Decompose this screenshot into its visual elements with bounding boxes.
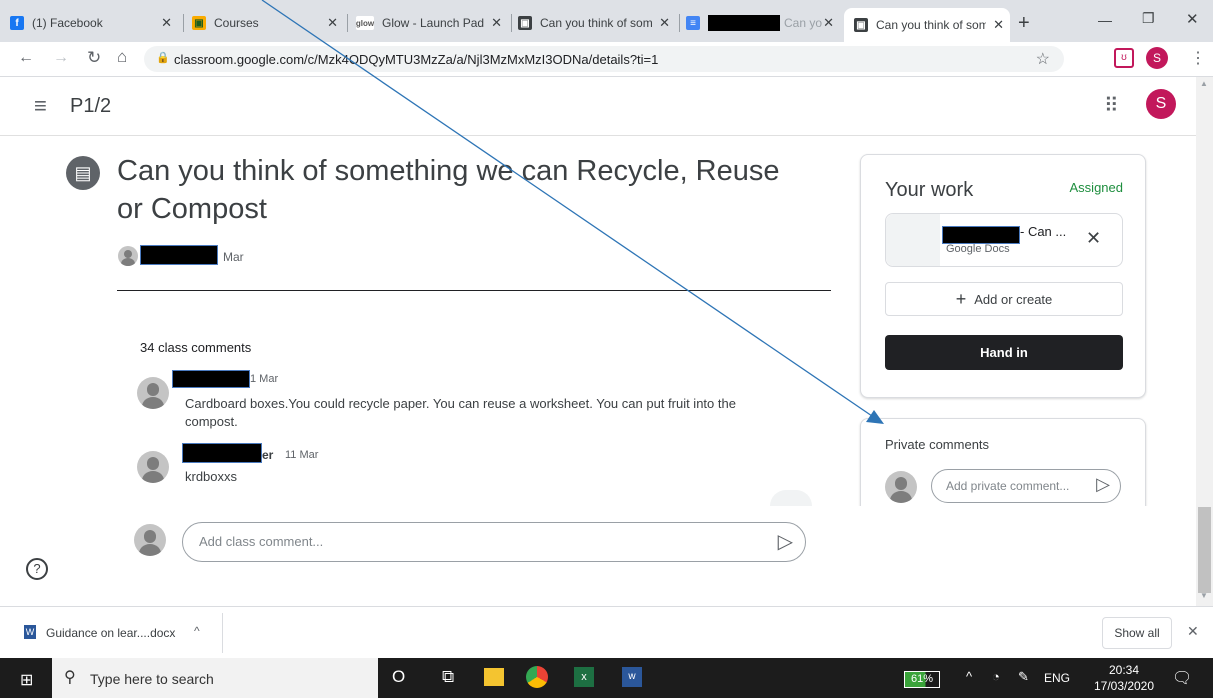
excel-icon[interactable]: x [574, 667, 594, 687]
windows-start-icon[interactable]: ⊞ [20, 670, 33, 690]
wifi-icon[interactable]: ◔ [992, 669, 1000, 684]
windows-taskbar: ⊞ ⚲ Type here to search O ⧉ x w 61% ^ ◔ … [0, 658, 1213, 698]
show-hidden-icons[interactable]: ^ [966, 669, 972, 684]
word-file-icon: W [24, 625, 36, 639]
file-explorer-icon[interactable] [484, 668, 504, 686]
notifications-icon[interactable]: 🗨 [1172, 668, 1192, 688]
taskbar-search-box[interactable]: ⚲ Type here to search [52, 658, 378, 698]
cortana-icon[interactable]: O [392, 667, 405, 687]
downloads-bar: W Guidance on lear....docx ^ Show all ✕ [0, 606, 1213, 659]
download-item[interactable]: W Guidance on lear....docx ^ [8, 613, 223, 653]
clock[interactable]: 20:34 17/03/2020 [1092, 662, 1156, 694]
chrome-icon[interactable] [526, 666, 548, 688]
show-all-button[interactable]: Show all [1102, 617, 1172, 649]
close-downloads-icon[interactable]: ✕ [1187, 623, 1199, 640]
chevron-up-icon[interactable]: ^ [194, 624, 200, 638]
download-file-name: Guidance on lear....docx [46, 626, 176, 640]
annotation-arrow [261, 0, 884, 424]
taskbar-search-placeholder: Type here to search [90, 671, 214, 687]
pen-icon[interactable]: ✎ [1018, 669, 1029, 685]
task-view-icon[interactable]: ⧉ [442, 667, 454, 687]
word-icon[interactable]: w [622, 667, 642, 687]
battery-indicator[interactable]: 61% [904, 671, 940, 688]
search-icon: ⚲ [64, 669, 76, 686]
language-indicator[interactable]: ENG [1044, 671, 1070, 685]
